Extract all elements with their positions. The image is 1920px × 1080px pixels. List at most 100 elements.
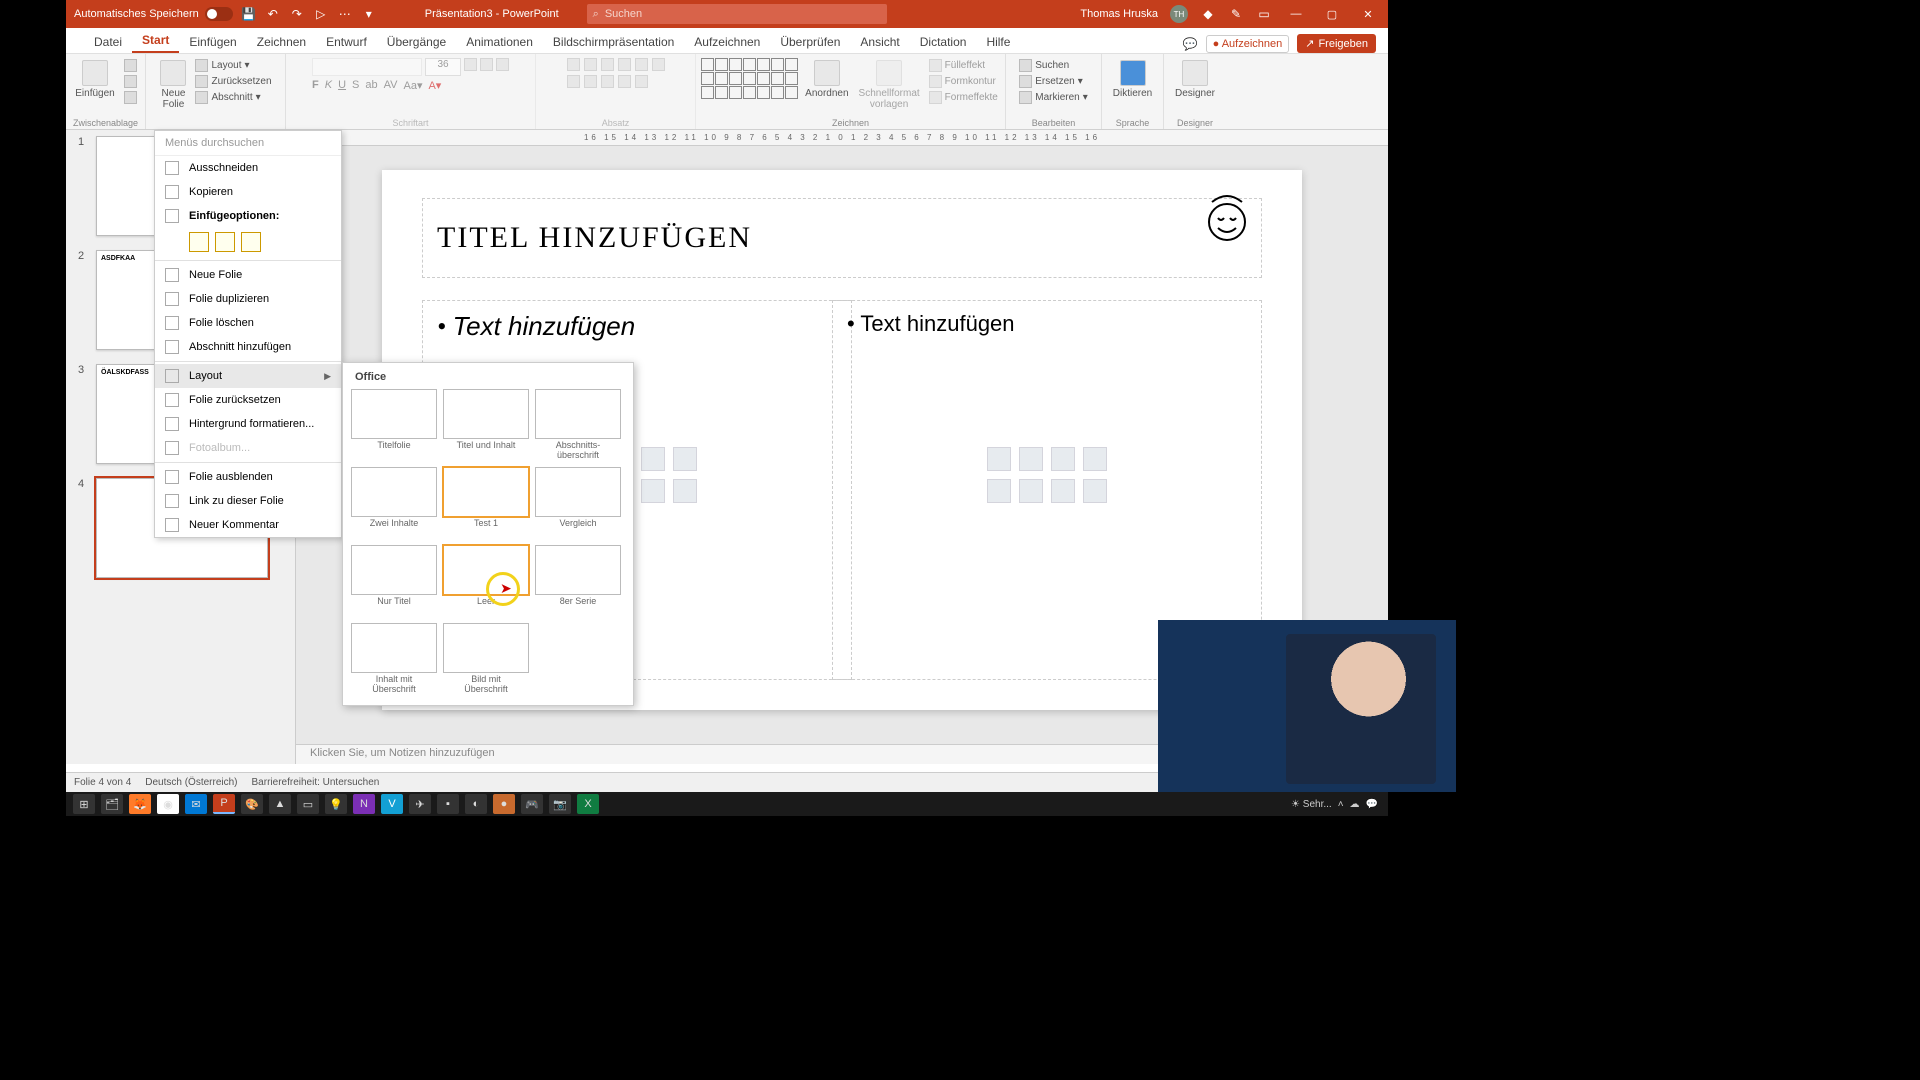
fill-button[interactable]: Fülleffekt [927,58,1000,73]
designer-button[interactable]: Designer [1172,58,1218,101]
user-name[interactable]: Thomas Hruska [1080,8,1158,20]
tab-hilfe[interactable]: Hilfe [976,31,1020,53]
ctx-link[interactable]: Link zu dieser Folie [155,489,341,513]
reset-button[interactable]: Zurücksetzen [193,74,273,89]
app7-icon[interactable]: 📷 [549,794,571,814]
tab-dictation[interactable]: Dictation [910,31,977,53]
share-button[interactable]: ↗ Freigeben [1297,34,1376,53]
vlc-icon[interactable]: ▲ [269,794,291,814]
status-a11y[interactable]: Barrierefreiheit: Untersuchen [252,777,380,788]
ctx-cut[interactable]: Ausschneiden [155,156,341,180]
firefox-icon[interactable]: 🦊 [129,794,151,814]
effects-button[interactable]: Formeffekte [927,90,1000,105]
outlook-icon[interactable]: ✉ [185,794,207,814]
weather-widget[interactable]: ☀ Sehr... [1291,799,1332,810]
telegram-icon[interactable]: ✈ [409,794,431,814]
autosave-toggle[interactable]: Automatisches Speichern [74,7,233,21]
font-name[interactable] [312,58,422,76]
tab-datei[interactable]: Datei [84,31,132,53]
window-icon[interactable]: ▭ [1256,6,1272,22]
pen-icon[interactable]: ✎ [1228,6,1244,22]
onenote-icon[interactable]: N [353,794,375,814]
dictate-button[interactable]: Diktieren [1110,58,1155,101]
search-input[interactable]: ⌕ Suchen [587,4,887,24]
minimize-button[interactable]: — [1284,4,1308,24]
tab-ueberpruefen[interactable]: Überprüfen [770,31,850,53]
outline-button[interactable]: Formkontur [927,74,1000,89]
layout-test1[interactable] [443,467,529,517]
tab-uebergaenge[interactable]: Übergänge [377,31,456,53]
save-icon[interactable]: 💾 [241,6,257,22]
tab-ansicht[interactable]: Ansicht [850,31,909,53]
layout-leer[interactable] [443,545,529,595]
layout-bild-ueb[interactable] [443,623,529,673]
shapes-gallery[interactable] [701,58,798,99]
app2-icon[interactable]: ▭ [297,794,319,814]
layout-zwei-inhalte[interactable] [351,467,437,517]
font-size[interactable]: 36 [425,58,461,76]
discord-icon[interactable]: 🎮 [521,794,543,814]
layout-8er[interactable] [535,545,621,595]
format-painter-button[interactable] [122,90,139,105]
start-button[interactable]: ⊞ [73,794,95,814]
close-button[interactable]: ✕ [1356,4,1380,24]
copy-button[interactable] [122,74,139,89]
quick-styles[interactable]: Schnellformat vorlagen [856,58,923,112]
avatar[interactable]: TH [1170,5,1188,23]
tray-chevron-icon[interactable]: ˄ [1338,799,1344,810]
record-button[interactable]: ● Aufzeichnen [1206,35,1290,53]
tab-start[interactable]: Start [132,29,179,53]
ctx-layout[interactable]: Layout▶ [155,364,341,388]
tab-aufzeichnen[interactable]: Aufzeichnen [684,31,770,53]
new-slide-button[interactable]: Neue Folie [157,58,189,112]
redo-icon[interactable]: ↷ [289,6,305,22]
cut-button[interactable] [122,58,139,73]
explorer-icon[interactable]: 🗂 [101,794,123,814]
ctx-copy[interactable]: Kopieren [155,180,341,204]
tab-zeichnen[interactable]: Zeichnen [247,31,316,53]
layout-nur-titel[interactable] [351,545,437,595]
maximize-button[interactable]: ▢ [1320,4,1344,24]
layout-vergleich[interactable] [535,467,621,517]
qat-dropdown-icon[interactable]: ▾ [361,6,377,22]
diamond-icon[interactable]: ◆ [1200,6,1216,22]
app5-icon[interactable]: ◐ [465,794,487,814]
paste-options[interactable] [155,228,341,258]
tray-icon[interactable]: ☁ [1350,799,1360,810]
arrange-button[interactable]: Anordnen [802,58,851,101]
tab-einfuegen[interactable]: Einfügen [179,31,246,53]
ctx-add-section[interactable]: Abschnitt hinzufügen [155,335,341,359]
powerpoint-icon[interactable]: P [213,794,235,814]
ctx-dup[interactable]: Folie duplizieren [155,287,341,311]
layout-abschnitt[interactable] [535,389,621,439]
undo-icon[interactable]: ↶ [265,6,281,22]
layout-button[interactable]: Layout ▾ [193,58,273,73]
menu-search[interactable]: Menüs durchsuchen [155,131,341,156]
layout-titel-inhalt[interactable] [443,389,529,439]
app3-icon[interactable]: 💡 [325,794,347,814]
app4-icon[interactable]: ▪ [437,794,459,814]
layout-inhalt-ueb[interactable] [351,623,437,673]
ctx-new-slide[interactable]: Neue Folie [155,263,341,287]
app-icon[interactable]: 🎨 [241,794,263,814]
ctx-bg[interactable]: Hintergrund formatieren... [155,412,341,436]
more-icon[interactable]: ⋯ [337,6,353,22]
replace-button[interactable]: Ersetzen ▾ [1017,74,1090,89]
ctx-comment[interactable]: Neuer Kommentar [155,513,341,537]
tab-bildschirm[interactable]: Bildschirmpräsentation [543,31,684,53]
tab-entwurf[interactable]: Entwurf [316,31,377,53]
chrome-icon[interactable]: ◉ [157,794,179,814]
ctx-del[interactable]: Folie löschen [155,311,341,335]
tab-animationen[interactable]: Animationen [456,31,543,53]
comments-icon[interactable]: 💬 [1183,37,1198,51]
ctx-reset[interactable]: Folie zurücksetzen [155,388,341,412]
from-start-icon[interactable]: ▷ [313,6,329,22]
status-lang[interactable]: Deutsch (Österreich) [145,777,237,788]
title-placeholder[interactable]: TITEL HINZUFÜGEN [422,198,1262,278]
select-button[interactable]: Markieren ▾ [1017,90,1090,105]
app6-icon[interactable]: ● [493,794,515,814]
ctx-hide[interactable]: Folie ausblenden [155,465,341,489]
layout-titelfolie[interactable] [351,389,437,439]
visio-icon[interactable]: V [381,794,403,814]
tray-icon-2[interactable]: 💬 [1366,799,1378,810]
